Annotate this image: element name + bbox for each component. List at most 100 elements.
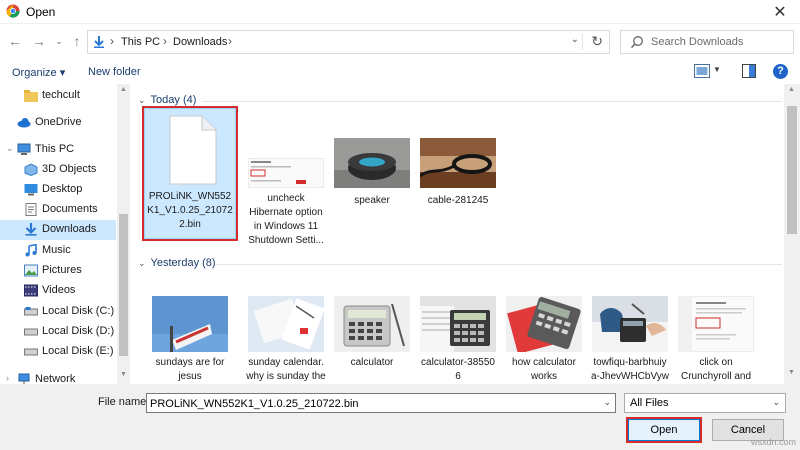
sidebar-item-label: 3D Objects — [42, 163, 97, 175]
sidebar-item-network[interactable]: › Network — [0, 370, 116, 384]
file-item[interactable]: calculator-38550 6 — [412, 280, 504, 384]
scroll-down-icon[interactable]: ▼ — [788, 369, 795, 376]
group-header-label: Yesterday (8) — [150, 257, 216, 269]
file-name-input[interactable] — [150, 396, 590, 411]
file-item[interactable]: cable-281245 — [412, 108, 504, 239]
sidebar-item-local-disk-d[interactable]: Local Disk (D:) — [0, 322, 116, 342]
sidebar-item-pictures[interactable]: Pictures — [0, 261, 116, 281]
network-icon — [18, 373, 30, 384]
forward-arrow-icon[interactable]: → — [30, 32, 48, 50]
file-name: calculator-38550 6 — [412, 356, 504, 384]
breadcrumb-this-pc[interactable]: This PC — [121, 36, 160, 48]
document-icon — [25, 203, 37, 216]
breadcrumb-downloads[interactable]: Downloads — [173, 36, 227, 48]
content-scroll-thumb[interactable] — [787, 106, 797, 234]
file-name-combobox[interactable]: ⌄ — [146, 393, 616, 413]
sidebar-item-desktop[interactable]: Desktop — [0, 180, 116, 200]
close-button[interactable]: ✕ — [760, 0, 800, 24]
picture-icon — [24, 264, 38, 277]
scroll-down-icon[interactable]: ▼ — [120, 371, 127, 378]
file-name: click on Crunchyroll and — [670, 356, 762, 384]
file-name-dropdown-icon[interactable]: ⌄ — [603, 397, 611, 408]
collapse-caret-icon[interactable]: ⌄ — [138, 95, 146, 105]
scroll-up-icon[interactable]: ▲ — [788, 86, 795, 93]
sidebar-item-documents[interactable]: Documents — [0, 200, 116, 220]
file-type-select[interactable]: All Files ⌄ — [624, 393, 786, 413]
file-name-line: works — [530, 371, 558, 382]
view-dropdown-icon[interactable]: ▼ — [713, 65, 721, 74]
sidebar-item-music[interactable]: Music — [0, 241, 116, 261]
up-arrow-icon[interactable]: ↑ — [68, 32, 86, 50]
sidebar-item-label: Local Disk (D:) — [42, 325, 115, 337]
file-item[interactable]: sundays are for jesus — [144, 280, 236, 384]
sidebar-item-label: Downloads — [42, 223, 97, 235]
file-name-line: sunday calendar. — [248, 357, 324, 368]
scroll-up-icon[interactable]: ▲ — [120, 86, 127, 93]
search-input[interactable] — [651, 34, 789, 50]
organize-button[interactable]: Organize ▾ — [12, 66, 65, 79]
cable-thumbnail — [420, 138, 496, 188]
file-type-dropdown-icon[interactable]: ⌄ — [772, 397, 780, 408]
search-icon — [630, 36, 643, 49]
expand-chevron-icon[interactable]: › — [6, 373, 9, 383]
sidebar-item-local-disk-c[interactable]: Local Disk (C:) — [0, 302, 116, 322]
file-name-line: Shutdown Setti... — [248, 235, 324, 246]
window-title: Open — [26, 5, 56, 19]
file-name-line: towfiqu-barbhuiy — [593, 357, 667, 368]
title-bar: Open ✕ — [0, 0, 800, 24]
file-item[interactable]: sunday calendar. why is sunday the — [240, 280, 332, 384]
file-name-line: uncheck — [267, 193, 305, 204]
sidebar-item-techcult[interactable]: techcult — [0, 86, 116, 106]
sidebar-item-local-disk-e[interactable]: Local Disk (E:) — [0, 342, 116, 362]
sidebar-item-videos[interactable]: Videos — [0, 281, 116, 301]
sidebar-scrollbar[interactable]: ▲ ▼ — [117, 84, 130, 384]
file-name: calculator — [350, 357, 394, 368]
sidebar-item-downloads[interactable]: Downloads — [0, 220, 116, 240]
speaker-thumbnail — [334, 138, 410, 188]
file-item[interactable]: towfiqu-barbhuiy a-JhevWHCbVyw — [584, 280, 676, 384]
file-name: sundays are for jesus — [144, 356, 236, 384]
address-bar[interactable]: › This PC › Downloads › ⌄ ↻ — [87, 30, 610, 54]
computer-icon — [17, 143, 31, 155]
file-item[interactable]: how calculator works — [498, 280, 590, 384]
file-name-line: why is sunday the — [246, 371, 326, 382]
recent-dropdown-icon[interactable]: ⌄ — [50, 32, 68, 50]
calculator-thumbnail — [592, 296, 668, 352]
open-button[interactable]: Open — [628, 419, 700, 441]
file-item[interactable]: speaker — [326, 108, 418, 239]
breadcrumb-separator-icon: › — [110, 34, 114, 48]
file-name: sunday calendar. why is sunday the — [240, 356, 332, 384]
address-dropdown-icon[interactable]: ⌄ — [571, 34, 579, 45]
file-name-line: in Windows 11 — [253, 221, 319, 232]
content-scrollbar[interactable]: ▲ ▼ — [784, 84, 800, 384]
preview-pane-icon[interactable] — [742, 64, 756, 78]
search-box[interactable] — [620, 30, 794, 54]
file-item[interactable]: click on Crunchyroll and — [670, 280, 762, 384]
file-item[interactable]: calculator — [326, 280, 418, 384]
drive-icon — [24, 307, 38, 316]
file-item[interactable]: PROLiNK_WN552 K1_V1.0.25_21072 2.bin — [142, 106, 238, 241]
music-icon — [25, 244, 37, 257]
group-divider — [202, 101, 782, 102]
new-folder-button[interactable]: New folder — [88, 66, 141, 78]
group-header-yesterday[interactable]: ⌄ Yesterday (8) — [138, 257, 216, 269]
change-view-icon[interactable] — [694, 64, 710, 78]
file-type-value: All Files — [630, 397, 669, 409]
help-button[interactable]: ? — [773, 64, 788, 79]
collapse-chevron-icon[interactable]: ⌄ — [6, 143, 14, 154]
collapse-caret-icon[interactable]: ⌄ — [138, 258, 146, 268]
file-item[interactable]: uncheck Hibernate option in Windows 11 S… — [240, 108, 332, 246]
drive-icon — [24, 328, 38, 336]
sidebar-item-3d-objects[interactable]: 3D Objects — [0, 160, 116, 180]
chrome-icon — [6, 4, 20, 18]
sidebar-item-this-pc[interactable]: ⌄ This PC — [0, 140, 116, 160]
calendar-thumbnail — [248, 296, 324, 352]
back-arrow-icon[interactable]: ← — [6, 32, 24, 50]
sidebar-scroll-thumb[interactable] — [119, 214, 128, 356]
group-header-today[interactable]: ⌄ Today (4) — [138, 94, 196, 106]
sidebar-item-onedrive[interactable]: OneDrive — [0, 113, 116, 133]
refresh-icon[interactable]: ↻ — [591, 33, 603, 50]
highlight-red-box — [142, 106, 238, 241]
sidebar-item-label: Local Disk (E:) — [42, 345, 114, 357]
breadcrumb-separator-icon: › — [163, 34, 167, 48]
